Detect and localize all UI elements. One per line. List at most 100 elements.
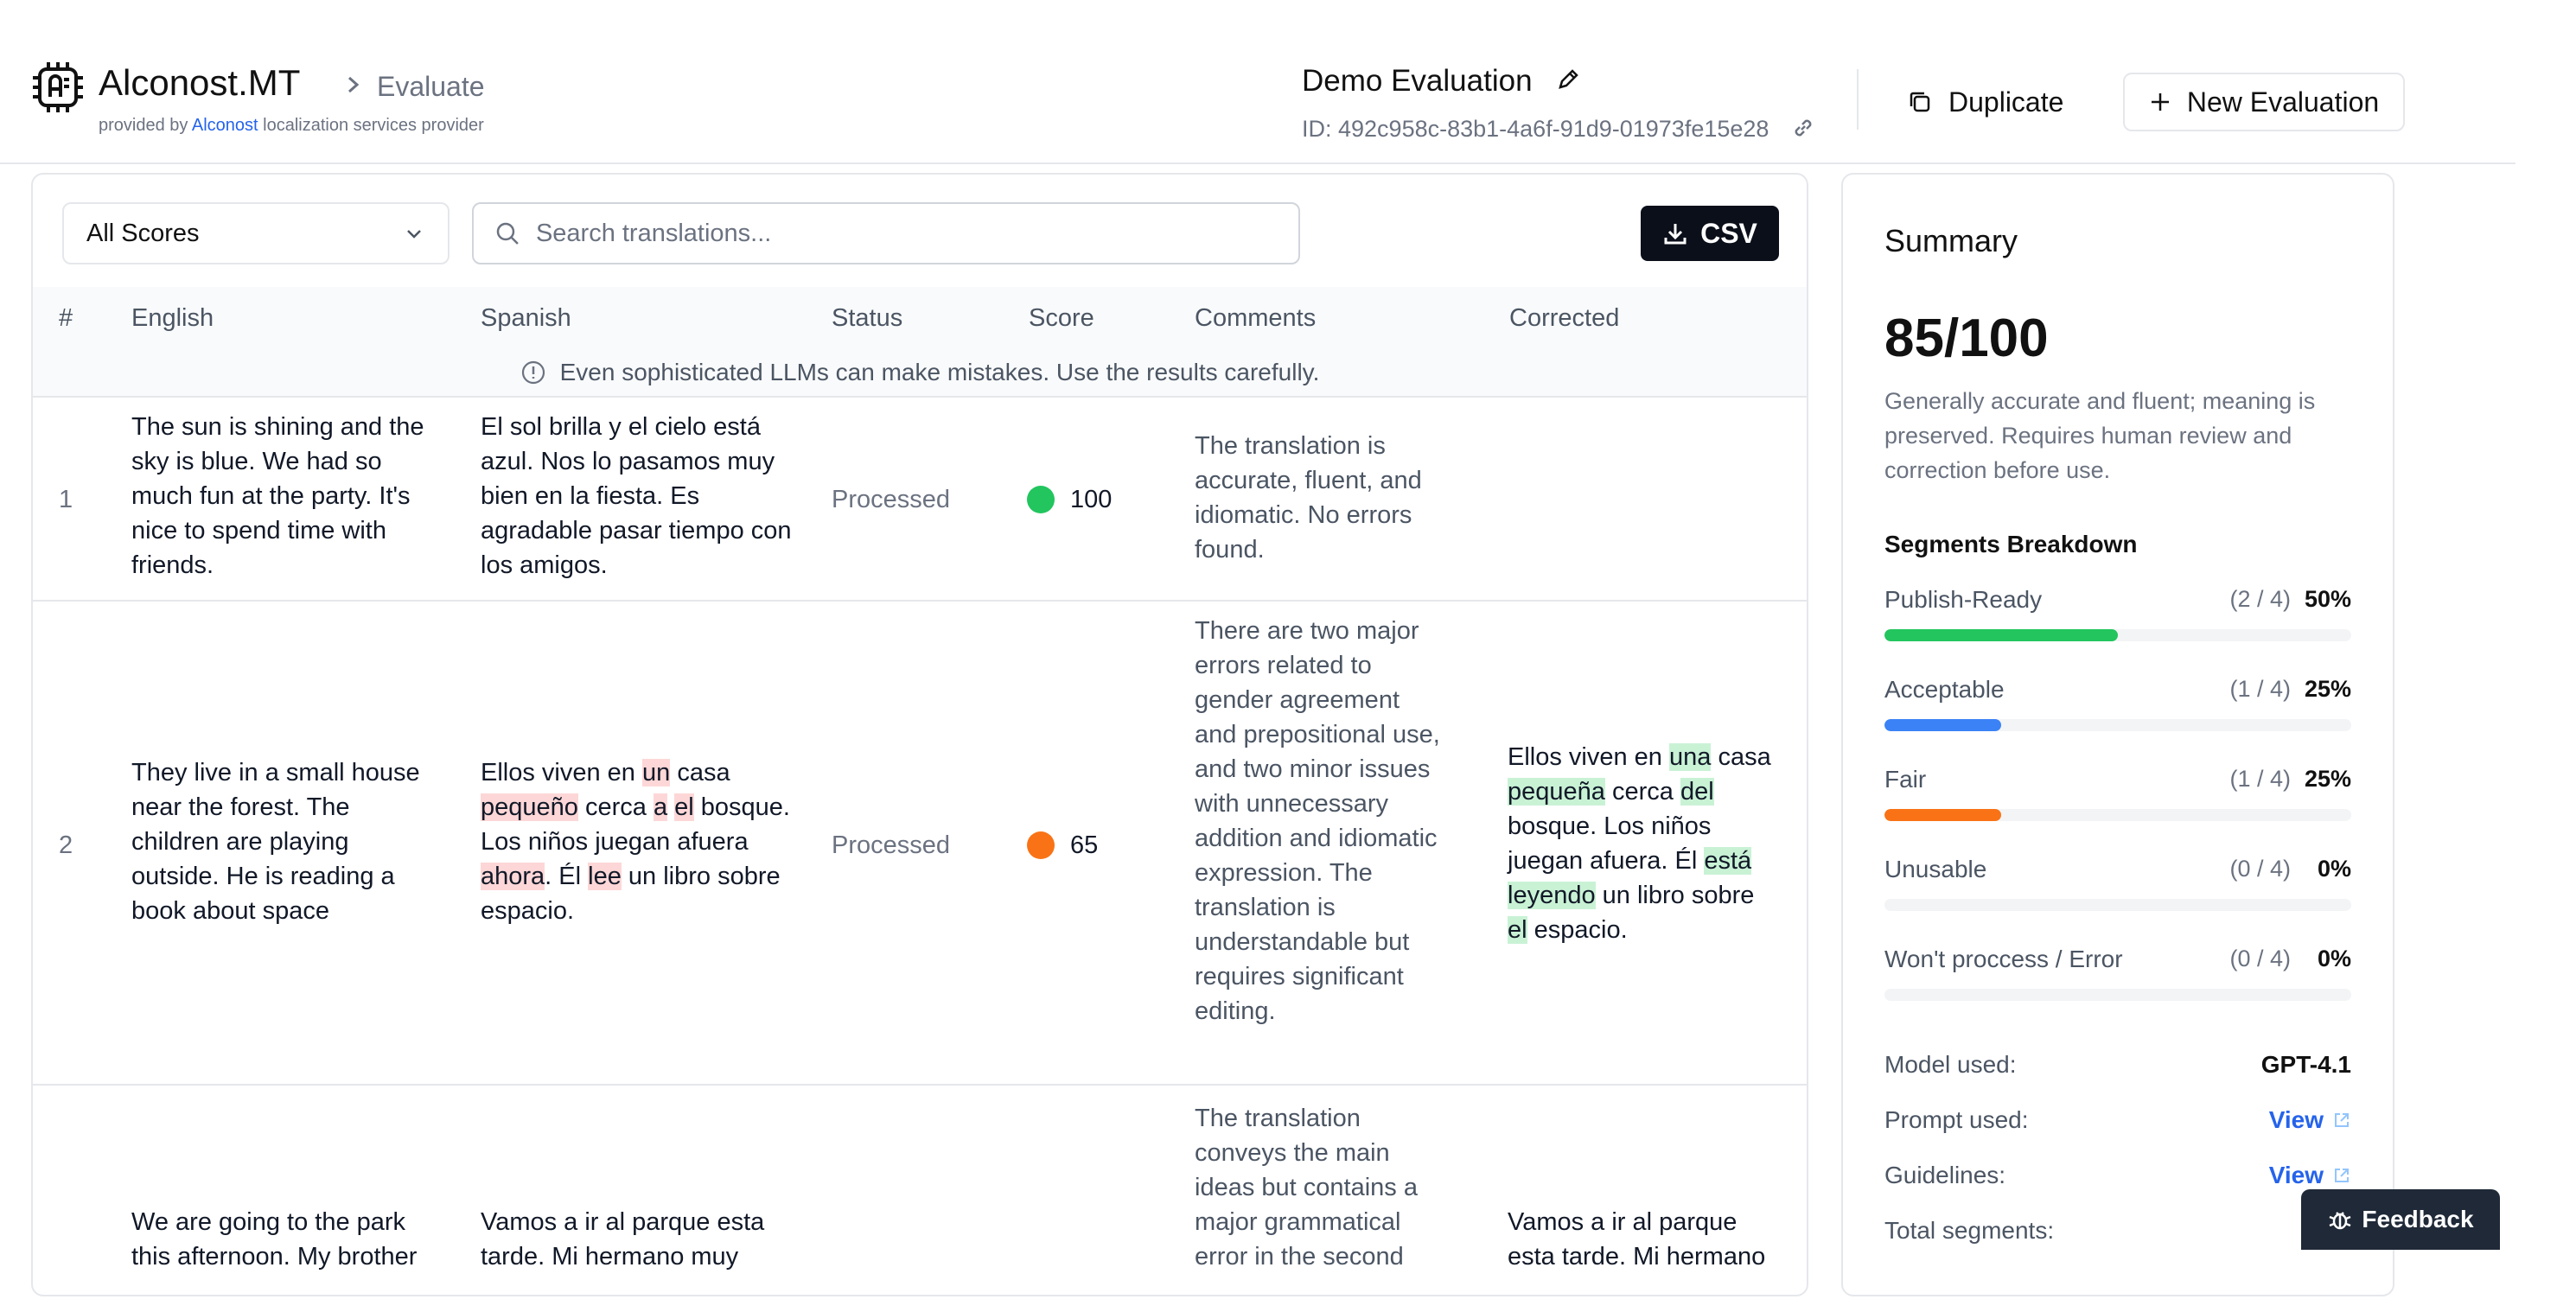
search-box[interactable] (472, 202, 1300, 264)
correction-highlight: una (1669, 743, 1712, 771)
bug-icon (2329, 1212, 2351, 1230)
breakdown-percent: 50% (2304, 586, 2351, 612)
new-evaluation-label: New Evaluation (2186, 86, 2380, 118)
table-header: # English Spanish Status Score Comments … (33, 287, 1807, 349)
table-row[interactable]: We are going to the park this afternoon.… (33, 1086, 1807, 1295)
breakdown-percent: 0% (2317, 856, 2351, 882)
source-text: They live in a small house near the fore… (131, 759, 420, 925)
comments-text: The translation conveys the main ideas b… (1195, 1105, 1418, 1271)
correction-highlight: del (1680, 778, 1714, 806)
score-cell: 100 (1027, 482, 1112, 517)
breakdown-fair: Fair (1 / 4) 25% (1884, 766, 2351, 826)
score-dot (1027, 486, 1055, 513)
status-text: Processed (832, 831, 951, 859)
col-header-number: # (59, 304, 73, 332)
col-header-status: Status (832, 304, 903, 332)
app-title[interactable]: Alconost.MT (99, 62, 300, 104)
guidelines-label: Guidelines: (1884, 1162, 2006, 1188)
breakdown-percent: 0% (2317, 946, 2351, 971)
duplicate-button[interactable]: Duplicate (1907, 74, 2099, 130)
row-number: 2 (59, 831, 73, 859)
model-value: GPT-4.1 (2260, 1051, 2351, 1078)
breakdown-count: (2 / 4) (2229, 586, 2291, 612)
provided-by-suffix: localization services provider (258, 116, 484, 135)
feedback-label: Feedback (2362, 1206, 2474, 1232)
comments-text: There are two major errors related to ge… (1195, 617, 1440, 1025)
chevron-right-icon (348, 76, 360, 93)
correction-highlight: pequeña (1508, 778, 1605, 806)
text-segment: un libro sobre (1595, 882, 1755, 909)
breakdown-acceptable: Acceptable (1 / 4) 25% (1884, 676, 2351, 736)
text-segment: . Él (545, 863, 589, 890)
alconost-link[interactable]: Alconost (192, 116, 258, 135)
export-csv-button[interactable]: CSV (1641, 206, 1779, 261)
notice-text: Even sophisticated LLMs can make mistake… (559, 359, 1320, 385)
prompt-view-link[interactable]: View (2269, 1106, 2351, 1134)
breakdown-progress-track (1884, 719, 2351, 731)
breakdown-progress-track (1884, 989, 2351, 1001)
copy-icon (1910, 92, 1930, 112)
col-header-spanish: Spanish (481, 304, 571, 332)
error-highlight: lee (588, 863, 622, 890)
breakdown-label: Unusable (1884, 856, 1987, 882)
breakdown-label: Publish-Ready (1884, 586, 2043, 613)
breakdown-count: (1 / 4) (2229, 676, 2291, 702)
results-panel: All Scores CSV # English Spanish Status … (31, 173, 1808, 1296)
breakdown-progress-track (1884, 899, 2351, 911)
prompt-row: Prompt used: View (1884, 1106, 2351, 1141)
breakdown-unusable: Unusable (0 / 4) 0% (1884, 856, 2351, 916)
text-segment: casa (1711, 743, 1771, 771)
col-header-corrected: Corrected (1509, 304, 1620, 332)
breakdown-count: (1 / 4) (2229, 766, 2291, 792)
col-header-english: English (131, 304, 214, 332)
external-link-icon (2335, 1113, 2349, 1127)
breadcrumb-evaluate[interactable]: Evaluate (377, 71, 485, 103)
table-row[interactable]: 2 They live in a small house near the fo… (33, 602, 1807, 1086)
row-number: 1 (59, 486, 73, 513)
text-segment: cerca (1604, 778, 1680, 806)
chip-logo-icon[interactable] (31, 61, 85, 114)
prompt-label: Prompt used: (1884, 1106, 2029, 1133)
model-row: Model used: GPT-4.1 (1884, 1051, 2351, 1086)
breakdown-progress-track (1884, 809, 2351, 821)
app-header: Alconost.MT Evaluate provided by Alconos… (0, 0, 2515, 164)
search-input[interactable] (535, 219, 1278, 248)
link-icon[interactable] (1791, 116, 1815, 140)
correction-highlight: el (1508, 916, 1527, 944)
llm-warning-notice: Even sophisticated LLMs can make mistake… (33, 349, 1807, 398)
total-segments-label: Total segments: (1884, 1217, 2055, 1244)
breakdown-progress-track (1884, 629, 2351, 641)
breakdown-publish-ready: Publish-Ready (2 / 4) 50% (1884, 586, 2351, 646)
score-filter-select[interactable]: All Scores (62, 202, 450, 264)
guidelines-row: Guidelines: View (1884, 1162, 2351, 1196)
download-icon (1664, 224, 1687, 245)
feedback-button[interactable]: Feedback (2301, 1189, 2500, 1250)
evaluation-id: ID: 492c958c-83b1-4a6f-91d9-01973fe15e28 (1302, 116, 1769, 142)
comments-text: The translation is accurate, fluent, and… (1195, 432, 1422, 564)
table-row[interactable]: 1 The sun is shining and the sky is blue… (33, 398, 1807, 602)
score-dot (1027, 831, 1055, 859)
segments-breakdown-title: Segments Breakdown (1884, 531, 2138, 557)
plus-icon (2151, 93, 2169, 111)
provided-by-prefix: provided by (99, 116, 192, 135)
guidelines-view-label: View (2268, 1162, 2324, 1188)
search-icon (496, 222, 519, 245)
score-filter-value: All Scores (86, 219, 200, 247)
translation-text: Ellos viven en un casa pequeño cerca a e… (481, 755, 792, 928)
corrected-text: Ellos viven en una casa pequeña cerca de… (1508, 740, 1776, 947)
error-highlight: ahora (481, 863, 545, 890)
breakdown-percent: 25% (2304, 676, 2351, 702)
text-segment: bosque. Los niños juegan afuera. Él (1508, 812, 1712, 875)
text-segment: Ellos viven en (1508, 743, 1669, 771)
guidelines-view-link[interactable]: View (2269, 1162, 2351, 1189)
pencil-icon[interactable] (1556, 67, 1580, 92)
external-link-icon (2335, 1169, 2349, 1182)
breakdown-percent: 25% (2304, 766, 2351, 792)
duplicate-label: Duplicate (1948, 86, 2064, 118)
error-highlight: a (653, 793, 668, 821)
score-description: Generally accurate and fluent; meaning i… (1884, 388, 2316, 483)
text-segment: espacio. (1527, 916, 1628, 944)
new-evaluation-button[interactable]: New Evaluation (2123, 73, 2405, 131)
source-text: The sun is shining and the sky is blue. … (131, 413, 424, 579)
breakdown-error: Won't proccess / Error (0 / 4) 0% (1884, 946, 2351, 1006)
